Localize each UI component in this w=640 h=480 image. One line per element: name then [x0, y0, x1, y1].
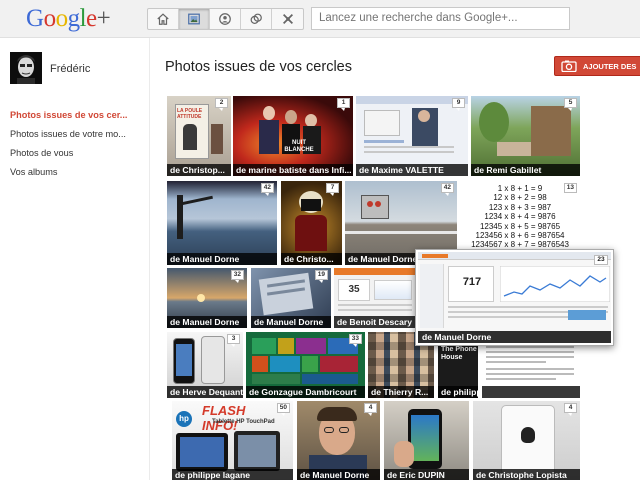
user-name[interactable]: Frédéric [50, 63, 90, 75]
photos-icon [188, 13, 200, 25]
search-box[interactable] [311, 7, 570, 30]
logo-letter: o [55, 5, 69, 32]
analytics-chart-icon [500, 266, 610, 302]
circles-icon [250, 13, 262, 24]
photo-count-badge: 42 [260, 183, 274, 196]
photo-count-badge: 33 [348, 334, 362, 347]
photo-count-badge: 13 [563, 183, 577, 196]
photo-tile[interactable]: 5 de Remi Gabillet [471, 96, 580, 176]
photo-caption[interactable]: de Herve Dequant [167, 386, 243, 398]
google-plus-logo[interactable]: Google+ [26, 5, 111, 33]
page-title: Photos issues de vos cercles [165, 59, 352, 75]
sidebar-item-photos-of-you[interactable]: Photos de vous [10, 146, 140, 165]
nav-circles-button[interactable] [241, 9, 272, 29]
logo-letter: o [43, 5, 57, 32]
nav-photos-button[interactable] [179, 9, 210, 29]
photo-tile[interactable]: 3 de Herve Dequant [167, 332, 243, 398]
photo-caption[interactable]: de Christo... [281, 253, 342, 265]
photo-count-badge: 23 [594, 255, 608, 265]
camera-add-icon [561, 60, 577, 72]
photo-caption[interactable]: de Thierry R... [368, 386, 434, 398]
photo-tile[interactable]: de Eric DUPIN [384, 401, 469, 480]
photo-caption[interactable]: de Manuel Dorne [297, 469, 380, 480]
sidebar-item-your-albums[interactable]: Vos albums [10, 165, 140, 184]
profile-icon [219, 13, 231, 25]
photo-tile[interactable]: NUIT BLANCHE 1 de marine batiste dans In… [233, 96, 353, 176]
logo-letter: e [86, 5, 97, 32]
home-icon [157, 13, 169, 25]
photo-caption[interactable]: de philippe lagane [172, 469, 293, 480]
photo-count-badge: 19 [314, 270, 328, 283]
search-input[interactable] [319, 12, 569, 24]
photo-count-badge: 50 [276, 403, 290, 416]
sidebar: Frédéric Photos issues de vos cer... Pho… [0, 38, 150, 480]
photo-count-badge: 3 [227, 334, 240, 347]
avatar[interactable] [10, 52, 42, 84]
photo-caption[interactable]: de Gonzague Dambricourt [246, 386, 365, 398]
analytics-stat: 717 [462, 276, 482, 288]
photo-count-badge: 1 [337, 98, 350, 111]
photo-caption[interactable]: de Eric DUPIN [384, 469, 469, 480]
photo-caption[interactable]: de Christop... [167, 164, 231, 176]
math-pattern: 1 x 8 + 1 = 9 12 x 8 + 2 = 98 123 x 8 + … [471, 184, 569, 250]
photo-tile[interactable]: LA POULE ATTITUDE 2 de Christop... [167, 96, 231, 176]
photo-caption[interactable]: de Manuel Dorne [251, 316, 331, 328]
top-bar: Google+ [0, 0, 640, 38]
flash-info-title: FLASH INFO! [202, 403, 246, 433]
stat-box: 35 [338, 279, 370, 301]
photo-tile[interactable]: 35 de Benoit Descary [334, 268, 416, 328]
photo-count-badge: 4 [364, 403, 377, 416]
main-nav [147, 8, 304, 30]
logo-letter: + [96, 5, 111, 32]
photo-tile[interactable]: 4 de Manuel Dorne [297, 401, 380, 480]
photo-caption[interactable]: de Manuel Dorne [167, 316, 247, 328]
sidebar-item-circle-photos[interactable]: Photos issues de vos cer... [10, 108, 140, 127]
photo-count-badge: 7 [326, 183, 339, 196]
logo-letter: g [67, 5, 81, 32]
tablet-name: Tablette HP TouchPad [212, 419, 275, 425]
photo-hover-preview[interactable]: 717 23 de Manuel Dorne [415, 249, 614, 346]
photo-count-badge: 42 [440, 183, 454, 196]
photo-count-badge: 2 [215, 98, 228, 111]
photo-tile[interactable]: 42 de Manuel Dorne [167, 181, 277, 265]
photo-caption[interactable]: de philippe lagane [438, 386, 478, 398]
photo-caption[interactable]: de Remi Gabillet [471, 164, 580, 176]
sidebar-item-phone-photos[interactable]: Photos issues de votre mo... [10, 127, 140, 146]
event-sign: NUIT BLANCHE [284, 140, 314, 153]
photo-tile[interactable]: FLASH INFO! Tablette HP TouchPad hp 50 d… [172, 401, 293, 480]
logo-letter: G [26, 5, 44, 32]
add-photos-label: AJOUTER DES [583, 61, 637, 71]
photo-caption[interactable]: de Christophe Lopista [473, 469, 580, 480]
photo-count-badge: 9 [452, 98, 465, 111]
photo-tile[interactable]: 32 de Manuel Dorne [167, 268, 247, 328]
photo-tile[interactable]: 19 de Manuel Dorne [251, 268, 331, 328]
photo-tile[interactable]: 33 de Gonzague Dambricourt [246, 332, 365, 398]
photo-caption[interactable]: de Manuel Dorne [167, 253, 277, 265]
avatar-face-icon [10, 52, 42, 84]
hp-logo-icon: hp [176, 411, 192, 427]
store-sign: The Phone House [441, 346, 477, 361]
photo-caption[interactable]: de Benoit Descary [334, 316, 416, 328]
photo-caption[interactable]: de marine batiste dans Infi... [233, 164, 353, 176]
photo-caption[interactable]: de Maxime VALETTE [356, 164, 468, 176]
nav-games-button[interactable] [272, 9, 303, 29]
add-photos-button[interactable]: AJOUTER DES [554, 56, 640, 76]
analytics-screenshot: 717 [418, 252, 611, 331]
photo-count-badge: 4 [564, 403, 577, 416]
photo-tile[interactable]: 7 de Christo... [281, 181, 342, 265]
book-title: LA POULE ATTITUDE [177, 108, 203, 120]
photo-count-badge: 32 [230, 270, 244, 283]
photo-tile[interactable]: 4 de Christophe Lopista [473, 401, 580, 480]
app-window: Google+ Lancez une recherche dans Google… [0, 0, 640, 480]
sidebar-menu: Photos issues de vos cer... Photos issue… [10, 108, 140, 184]
photo-count-badge: 5 [564, 98, 577, 111]
games-icon [282, 14, 293, 24]
nav-home-button[interactable] [148, 9, 179, 29]
photo-tile[interactable]: 9 de Maxime VALETTE [356, 96, 468, 176]
photo-caption[interactable]: de Manuel Dorne [418, 331, 611, 343]
nav-profile-button[interactable] [210, 9, 241, 29]
